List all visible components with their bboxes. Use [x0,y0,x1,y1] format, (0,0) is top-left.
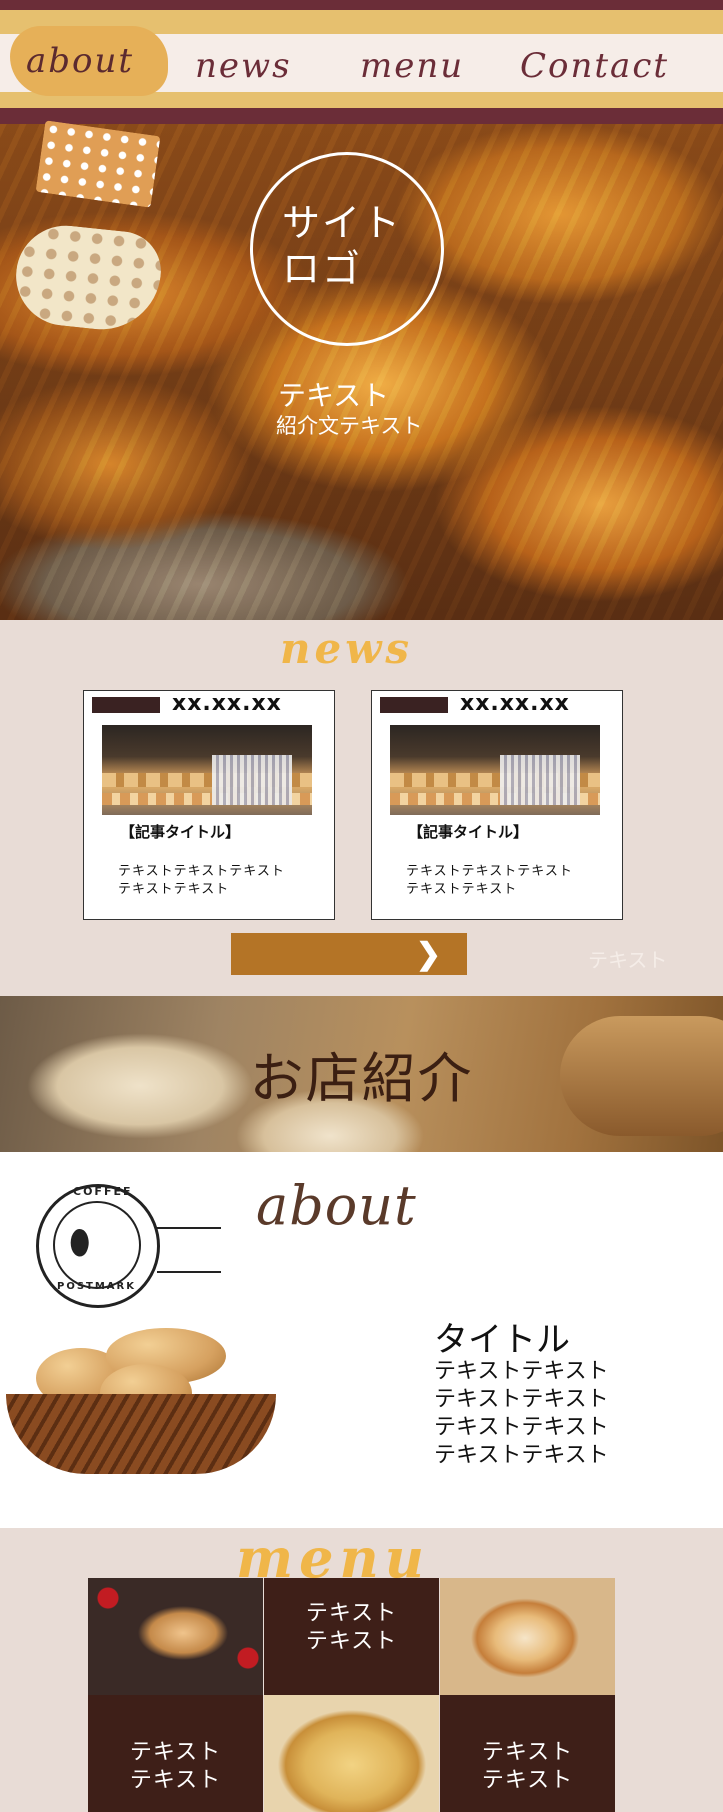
menu-photo-melon-pan[interactable] [264,1695,439,1812]
news-card-photo [102,725,312,815]
menu-text-cell[interactable]: テキスト テキスト [88,1695,263,1812]
news-card-category-bar [380,697,448,713]
news-more-button[interactable]: ❯ [231,933,467,975]
nav-item-menu[interactable]: menu [360,42,464,90]
news-card-title: 【記事タイトル】 [408,823,529,841]
about-heading: about [256,1174,417,1237]
news-section: news xx.xx.xx 【記事タイトル】 テキストテキストテキスト テキスト… [0,620,723,996]
photo-display-rack [500,755,580,805]
postmark-top-text: COFFEE [73,1185,133,1198]
coffee-beans-icon: ⬮ [69,1223,91,1263]
postmark-bottom-text: POSTMARK [57,1281,136,1292]
news-aside-text: テキスト [588,948,668,972]
menu-photo-bacon-bread[interactable] [440,1578,615,1695]
chevron-right-icon: ❯ [415,938,441,971]
menu-grid: テキスト テキスト テキスト テキスト テキスト テキスト [88,1578,615,1812]
menu-cell-text: テキスト テキスト [129,1740,222,1793]
page: about news menu Contact サイト ロゴ テキスト 紹介文テ… [0,0,723,1812]
hero-subtitle: 紹介文テキスト [276,414,423,438]
news-card-date: xx.xx.xx [460,691,570,716]
news-card[interactable]: xx.xx.xx 【記事タイトル】 テキストテキストテキスト テキストテキスト [83,690,335,920]
news-card-title: 【記事タイトル】 [120,823,241,841]
news-heading: news [280,624,414,673]
about-section: about COFFEE ⬮ POSTMARK タイトル テキストテキスト テキ… [0,1152,723,1528]
top-nav: about news menu Contact [0,0,723,124]
nav-item-contact[interactable]: Contact [520,42,669,90]
news-card-body: テキストテキストテキスト テキストテキスト [406,864,573,897]
menu-section: menu テキスト テキスト テキスト テキスト テキスト テキスト [0,1526,723,1812]
menu-cell-text: テキスト テキスト [481,1740,574,1793]
about-title: タイトル [434,1320,570,1360]
nav-item-about[interactable]: about [10,26,168,96]
coffee-postmark-stamp: COFFEE ⬮ POSTMARK [36,1184,221,1308]
postmark-wave-lines [157,1227,221,1273]
menu-photo-croissant-strawberry[interactable] [88,1578,263,1695]
nav-band-dark-lower [0,108,723,124]
hero-title: テキスト [278,379,390,412]
about-body: テキストテキスト テキストテキスト テキストテキスト テキストテキスト [434,1359,609,1468]
news-card[interactable]: xx.xx.xx 【記事タイトル】 テキストテキストテキスト テキストテキスト [371,690,623,920]
bread-basket-image [6,1308,276,1488]
site-logo[interactable]: サイト ロゴ [282,200,412,292]
postmark-inner-ring [53,1201,141,1289]
wicker-basket-rim [6,1394,276,1474]
nav-item-news[interactable]: news [195,42,292,90]
photo-display-rack [212,755,292,805]
news-card-date: xx.xx.xx [172,691,282,716]
shop-intro-title: お店紹介 [249,1047,474,1110]
menu-text-cell[interactable]: テキスト テキスト [440,1695,615,1812]
news-card-body: テキストテキストテキスト テキストテキスト [118,864,285,897]
menu-cell-text: テキスト テキスト [305,1601,398,1654]
menu-text-cell[interactable]: テキスト テキスト [264,1578,439,1695]
shop-intro-banner: お店紹介 [0,996,723,1152]
news-card-photo [390,725,600,815]
news-card-category-bar [92,697,160,713]
